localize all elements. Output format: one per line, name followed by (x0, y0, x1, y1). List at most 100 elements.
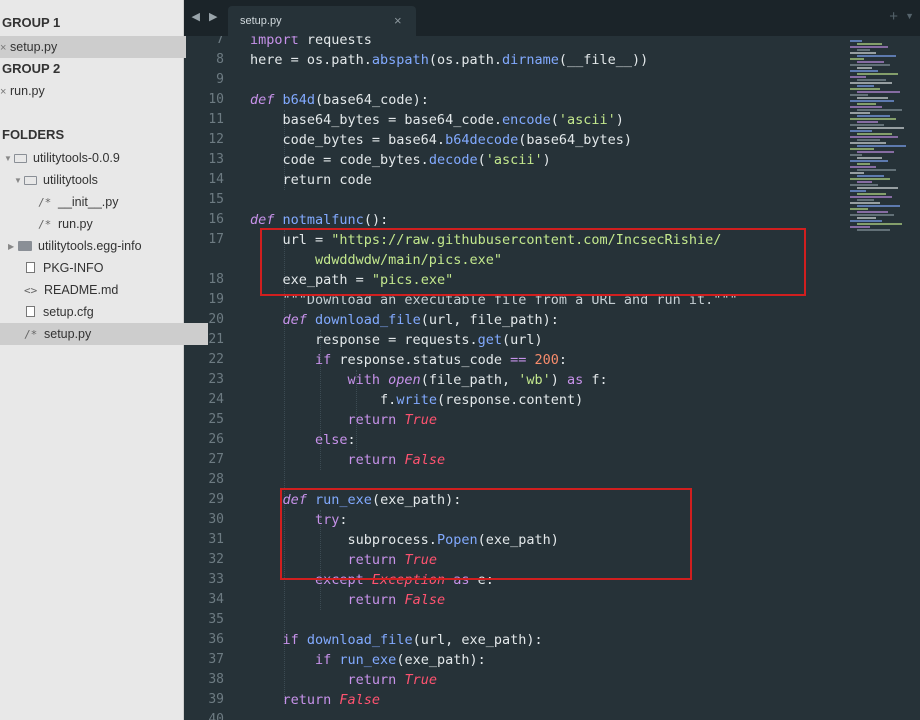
code-text: ) (542, 152, 551, 168)
line-number: 18 (208, 272, 224, 287)
line-number: 7 (216, 36, 224, 47)
minimap-stroke (857, 127, 904, 129)
keyword: with (250, 372, 381, 388)
tree-label: utilitytools.egg-info (38, 239, 142, 253)
close-icon[interactable]: × (394, 13, 402, 28)
minimap-stroke (857, 115, 890, 117)
line-number: 32 (208, 552, 224, 567)
code-text: response = requests. (250, 332, 478, 348)
code-text: requests (298, 36, 372, 48)
keyword: if (250, 352, 332, 368)
minimap-stroke (850, 172, 864, 174)
code-text: response.status_code (331, 352, 511, 368)
keyword: return (250, 592, 397, 608)
minimap-stroke (857, 49, 870, 51)
minimap-stroke (857, 85, 874, 87)
minimap-stroke (857, 133, 892, 135)
tree-folder-utilitytools[interactable]: ▼ utilitytools (0, 169, 198, 191)
tree-file-setup-cfg[interactable]: setup.cfg (0, 301, 210, 323)
code-line-16: def notmalfunc(): (250, 210, 388, 230)
line-number: 17 (208, 232, 224, 247)
open-folder-icon (14, 154, 27, 163)
minimap-stroke (857, 145, 906, 147)
code-text: code = code_bytes. (250, 152, 429, 168)
minimap[interactable] (848, 36, 920, 720)
minimap-stroke (857, 109, 902, 111)
function-name: download_file (306, 312, 421, 328)
string-literal: 'wb' (518, 372, 551, 388)
python-file-icon: /* (38, 218, 52, 231)
code-text: (): (363, 212, 389, 228)
code-text: (exe_path): (396, 652, 486, 668)
code-editor[interactable]: 7 8 9 10 11 12 13 14 15 16 17 18 19 20 21 22 23 24 25 26 27 2… (184, 36, 848, 720)
keyword: def (250, 92, 275, 108)
minimap-stroke (850, 226, 870, 228)
tab-setup-py[interactable]: setup.py × (228, 6, 416, 36)
chevron-down-icon: ▼ (14, 175, 22, 185)
constant: False (396, 452, 446, 468)
code-line-13: code = code_bytes.decode('ascii') (250, 150, 551, 170)
minimap-stroke (857, 223, 902, 225)
keyword: import (250, 36, 299, 48)
minimap-stroke (857, 67, 872, 69)
tree-file-setup-py[interactable]: /* setup.py (0, 323, 208, 345)
document-icon (26, 262, 35, 273)
keyword: def (250, 312, 307, 328)
minimap-stroke (850, 154, 862, 156)
code-line-8: here = os.path.abspath(os.path.dirname(_… (250, 50, 648, 70)
tree-folder-egg-info[interactable]: ▶ utilitytools.egg-info (0, 235, 192, 257)
chevron-right-icon: ▶ (8, 241, 15, 251)
minimap-stroke (850, 214, 894, 216)
highlight-box-run-exe (280, 488, 692, 580)
close-file-icon[interactable]: × (0, 37, 8, 59)
minimap-stroke (850, 94, 868, 96)
open-file-run-py[interactable]: × run.py (0, 80, 186, 102)
constant: False (331, 692, 381, 708)
minimap-stroke (850, 190, 866, 192)
minimap-stroke (857, 169, 896, 171)
tree-label: setup.cfg (43, 305, 94, 319)
constant: True (396, 672, 437, 688)
tab-nav-arrows[interactable]: ◀ ▶ (184, 10, 228, 23)
code-line-25: return True (250, 410, 437, 430)
folders-header: FOLDERS (2, 127, 65, 142)
open-folder-icon (24, 176, 37, 185)
tree-folder-utilitytools-0-0-9[interactable]: ▼ utilitytools-0.0.9 (0, 147, 188, 169)
method-name: b64decode (445, 132, 519, 148)
open-file-setup-py[interactable]: × setup.py (0, 36, 186, 58)
code-text: (os.path. (428, 52, 502, 68)
line-number: 9 (216, 72, 224, 87)
minimap-stroke (857, 193, 886, 195)
keyword: return (250, 672, 397, 688)
tree-file-pkg-info[interactable]: PKG-INFO (0, 257, 210, 279)
chevron-down-icon[interactable]: ▼ (905, 11, 914, 21)
line-number: 21 (208, 332, 224, 347)
keyword: else (250, 432, 348, 448)
code-line-14: return code (250, 172, 372, 188)
minimap-stroke (850, 106, 882, 108)
code-line-37: if run_exe(exe_path): (250, 650, 486, 670)
tree-label: README.md (44, 283, 119, 297)
line-number: 20 (208, 312, 224, 327)
sidebar: GROUP 1 × setup.py GROUP 2 × run.py FOLDER… (0, 0, 208, 720)
code-line-7: import requests (250, 36, 372, 50)
minimap-stroke (857, 79, 886, 81)
line-number: 40 (208, 712, 224, 720)
code-text: (url, file_path): (420, 312, 559, 328)
line-number: 37 (208, 652, 224, 667)
minimap-stroke (850, 58, 864, 60)
minimap-stroke (857, 103, 876, 105)
tree-label: run.py (58, 217, 93, 231)
constant: False (396, 592, 446, 608)
line-number: 8 (216, 52, 224, 67)
minimap-stroke (850, 40, 862, 42)
close-file-icon[interactable]: × (0, 81, 8, 103)
tree-file-readme[interactable]: <> README.md (0, 279, 208, 301)
new-tab-icon[interactable]: + (889, 8, 898, 25)
minimap-stroke (850, 184, 878, 186)
minimap-stroke (857, 151, 894, 153)
code-text: : (558, 352, 568, 368)
method-name: encode (501, 112, 551, 128)
operator: == (510, 352, 527, 368)
string-literal: 'ascii' (558, 112, 616, 128)
